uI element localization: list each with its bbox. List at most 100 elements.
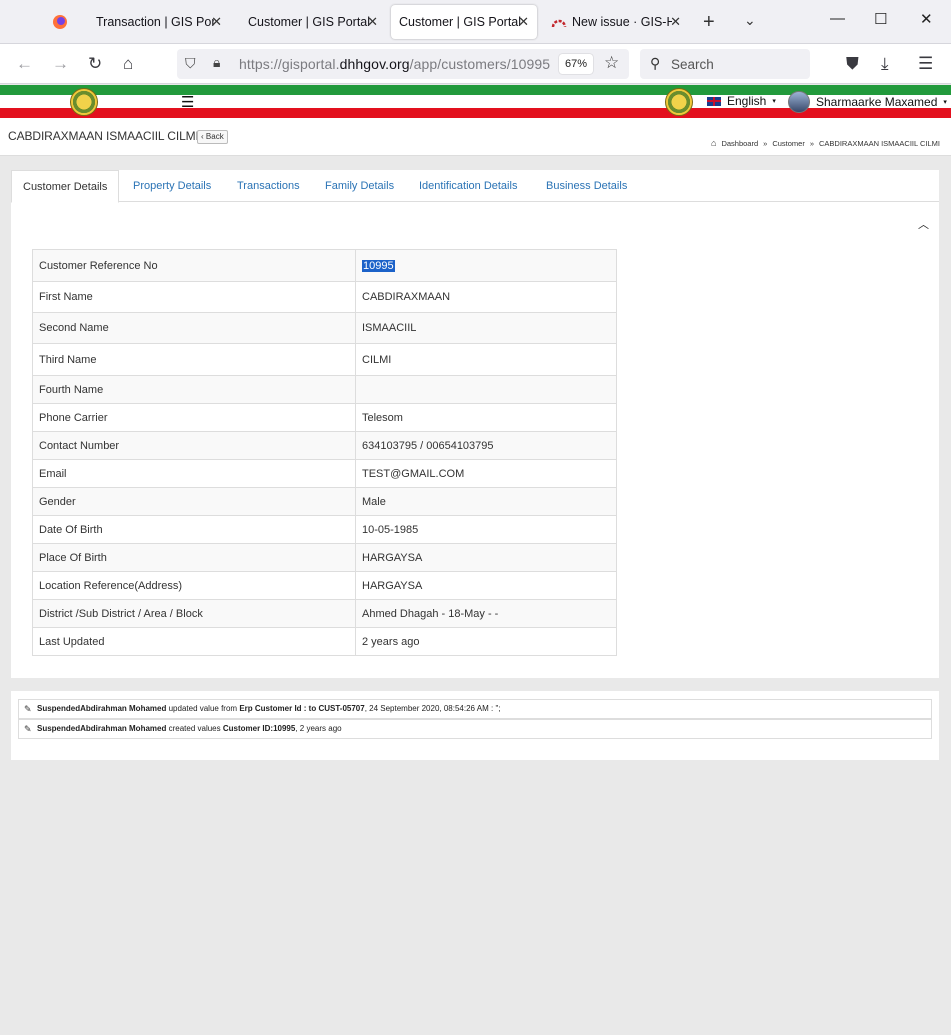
- user-menu[interactable]: Sharmaarke Maxamed ▾: [788, 91, 947, 113]
- chevron-left-icon: ‹: [201, 132, 204, 141]
- language-label: English: [727, 94, 767, 108]
- table-row: Email TEST@GMAIL.COM: [32, 459, 617, 488]
- url-bar[interactable]: ⛉ 🔒︎ https://gisportal.dhhgov.org/app/cu…: [177, 49, 629, 79]
- bookmark-star-icon[interactable]: ☆: [604, 53, 619, 73]
- log-user: SuspendedAbdirahman Mohamed: [37, 704, 167, 713]
- field-value: [355, 375, 617, 404]
- log-detail: Customer ID:10995: [222, 724, 296, 733]
- site-header: ☰ English ▾ Sharmaarke Maxamed ▾: [0, 85, 951, 118]
- log-time: , 2 years ago: [295, 724, 342, 733]
- tab-title: New issue · GIS-H: [572, 15, 672, 29]
- table-row: Phone Carrier Telesom: [32, 403, 617, 432]
- close-icon[interactable]: ✕: [211, 14, 222, 30]
- avatar: [788, 91, 810, 113]
- url-text[interactable]: https://gisportal.dhhgov.org/app/custome…: [239, 56, 550, 72]
- home-icon[interactable]: ⌂: [123, 54, 133, 74]
- page-title: CABDIRAXMAAN ISMAACIIL CILMI: [8, 129, 199, 143]
- log-detail: Erp Customer Id : to CUST-05707: [239, 704, 365, 713]
- detail-tabs: Customer Details Property Details Transa…: [11, 170, 939, 203]
- table-row: Contact Number 634103795 / 00654103795: [32, 431, 617, 460]
- field-label: District /Sub District / Area / Block: [32, 599, 356, 628]
- logo-emblem-icon[interactable]: [70, 88, 98, 116]
- maximize-icon[interactable]: ☐: [874, 10, 887, 28]
- caret-down-icon: ▾: [943, 99, 947, 106]
- firefox-icon[interactable]: [46, 10, 74, 34]
- field-value: CABDIRAXMAAN: [355, 281, 617, 313]
- close-icon[interactable]: ✕: [670, 14, 681, 30]
- reference-no-selected[interactable]: 10995: [362, 259, 395, 272]
- field-label: First Name: [32, 281, 356, 313]
- tab-transactions[interactable]: Transactions: [226, 170, 311, 202]
- field-value: 10-05-1985: [355, 515, 617, 544]
- table-row: Fourth Name: [32, 375, 617, 404]
- log-user: SuspendedAbdirahman Mohamed: [37, 724, 167, 733]
- hamburger-menu-icon[interactable]: ☰: [181, 93, 194, 111]
- forward-arrow-icon[interactable]: →: [52, 54, 69, 74]
- field-label: Last Updated: [32, 627, 356, 656]
- edit-icon: ✎: [24, 704, 32, 714]
- customer-details-table: Customer Reference No 10995 First Name C…: [32, 249, 617, 656]
- field-label: Third Name: [32, 343, 356, 376]
- field-label: Contact Number: [32, 431, 356, 460]
- search-input[interactable]: ⚲ Search: [640, 49, 810, 79]
- back-arrow-icon[interactable]: ←: [16, 54, 33, 74]
- table-row: Place Of Birth HARGAYSA: [32, 543, 617, 572]
- uk-flag-icon: [707, 96, 721, 106]
- list-all-tabs-chevron-icon[interactable]: ⌄: [744, 12, 756, 29]
- table-row: District /Sub District / Area / Block Ah…: [32, 599, 617, 628]
- reload-icon[interactable]: ↻: [88, 54, 102, 74]
- field-label: Place Of Birth: [32, 543, 356, 572]
- field-value: Male: [355, 487, 617, 516]
- field-value: Ahmed Dhagah - 18-May - -: [355, 599, 617, 628]
- close-icon[interactable]: ✕: [367, 14, 378, 30]
- tab-customer-active[interactable]: Customer | GIS Portal ✕: [391, 5, 537, 39]
- window-close-icon[interactable]: ✕: [920, 10, 933, 28]
- browser-tab-bar: Transaction | GIS Porta ✕ Customer | GIS…: [0, 0, 951, 44]
- field-value: ISMAACIIL: [355, 312, 617, 344]
- search-icon: ⚲: [650, 55, 661, 71]
- field-label: Gender: [32, 487, 356, 516]
- edit-icon: ✎: [24, 724, 32, 734]
- browser-nav-bar: ← → ↻ ⌂ ⛉ 🔒︎ https://gisportal.dhhgov.or…: [0, 44, 951, 84]
- field-value: Telesom: [355, 403, 617, 432]
- tab-identification-details[interactable]: Identification Details: [408, 170, 528, 202]
- download-icon[interactable]: ⤓: [881, 54, 889, 74]
- gitlab-arc-icon: [551, 19, 567, 28]
- back-label: Back: [205, 132, 224, 141]
- customer-card: Customer Details Property Details Transa…: [11, 170, 939, 678]
- close-icon[interactable]: ✕: [518, 14, 529, 30]
- menu-icon[interactable]: ☰: [918, 54, 933, 74]
- chevron-up-icon[interactable]: ︿: [918, 216, 929, 232]
- breadcrumb-customer[interactable]: Customer: [772, 139, 805, 148]
- table-row: Date Of Birth 10-05-1985: [32, 515, 617, 544]
- field-label: Fourth Name: [32, 375, 356, 404]
- breadcrumb: ⌂ Dashboard » Customer » CABDIRAXMAAN IS…: [711, 138, 940, 148]
- log-time: , 24 September 2020, 08:54:26 AM : ";: [364, 704, 501, 713]
- zoom-level[interactable]: 67%: [559, 54, 593, 74]
- tab-new-issue[interactable]: New issue · GIS-H ✕: [543, 5, 689, 39]
- field-value: 2 years ago: [355, 627, 617, 656]
- field-value: CILMI: [355, 343, 617, 376]
- field-label: Second Name: [32, 312, 356, 344]
- language-selector[interactable]: English ▾: [707, 94, 776, 108]
- field-value[interactable]: 10995: [355, 249, 617, 282]
- back-button[interactable]: ‹ Back: [197, 130, 228, 144]
- caret-down-icon: ▾: [772, 98, 776, 105]
- lock-icon[interactable]: 🔒︎: [213, 54, 220, 71]
- user-name: Sharmaarke Maxamed: [816, 95, 938, 109]
- tab-family-details[interactable]: Family Details: [314, 170, 405, 202]
- tab-business-details[interactable]: Business Details: [535, 170, 638, 202]
- table-row: Customer Reference No 10995: [32, 249, 617, 282]
- breadcrumb-dashboard[interactable]: Dashboard: [721, 139, 758, 148]
- tab-transaction[interactable]: Transaction | GIS Porta ✕: [88, 5, 230, 39]
- tab-customer-details[interactable]: Customer Details: [11, 170, 120, 203]
- pocket-icon[interactable]: ⛊: [846, 54, 859, 74]
- tab-customer-1[interactable]: Customer | GIS Portal ✕: [240, 5, 386, 39]
- new-tab-plus-icon[interactable]: +: [703, 11, 715, 34]
- tab-property-details[interactable]: Property Details: [122, 170, 222, 202]
- log-action: created values: [168, 724, 221, 733]
- shield-icon[interactable]: ⛉: [185, 55, 196, 72]
- minimize-icon[interactable]: —: [830, 10, 845, 27]
- table-row: First Name CABDIRAXMAAN: [32, 281, 617, 313]
- log-entry: ✎ SuspendedAbdirahman Mohamed updated va…: [18, 699, 932, 719]
